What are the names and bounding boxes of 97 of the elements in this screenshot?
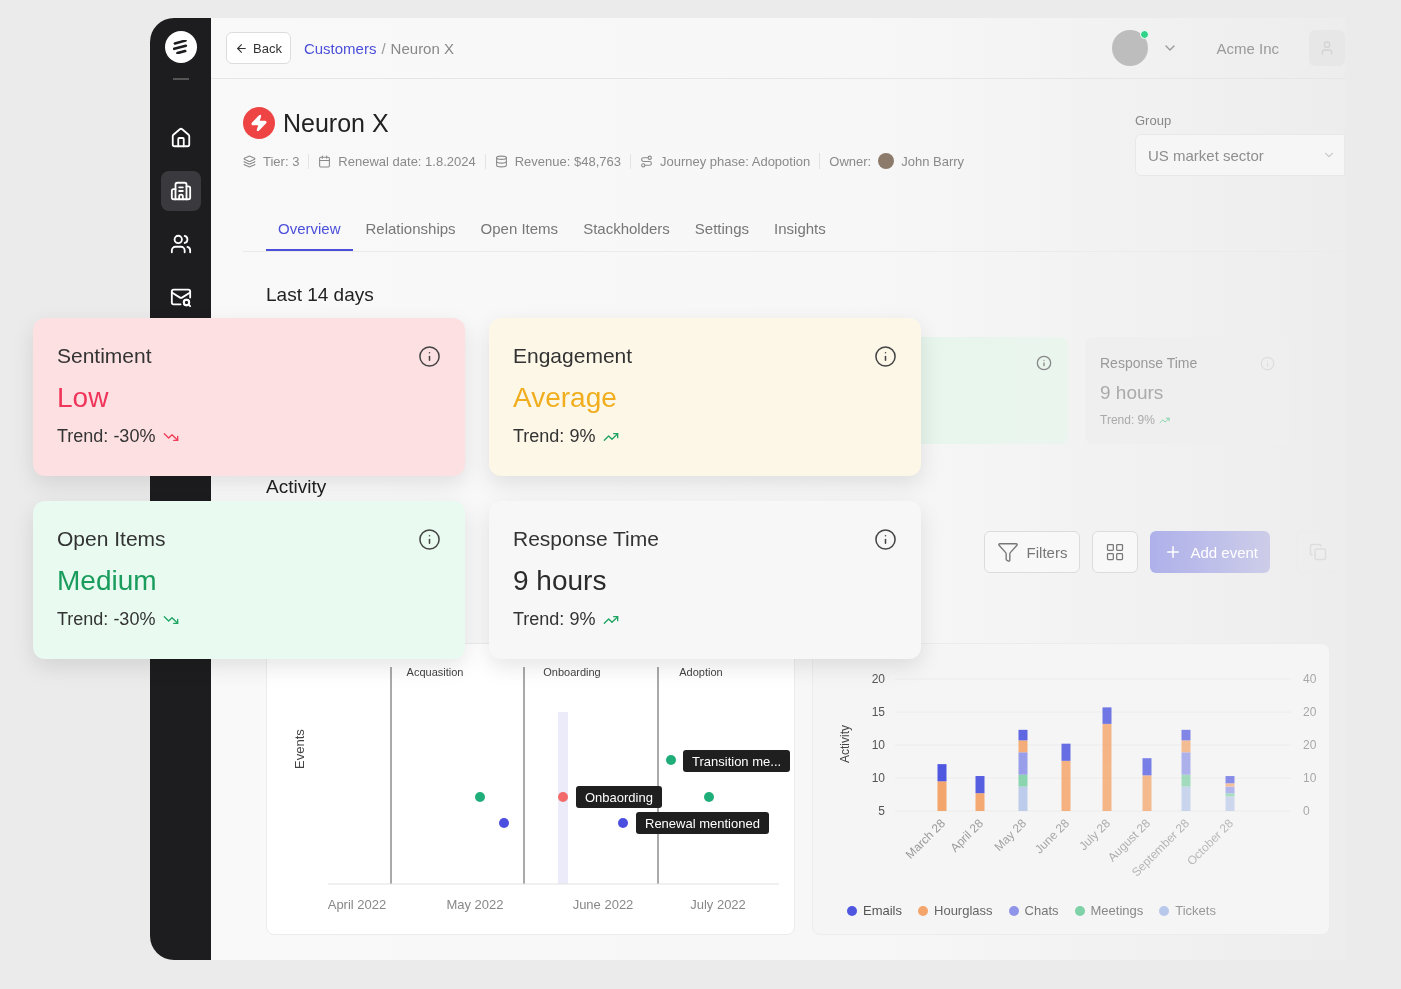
tick-label: 5 [878,804,885,818]
axis-label: June 2022 [572,897,634,912]
meta-text: Revenue: $48,763 [514,153,621,169]
card-title: Open Items [57,527,166,551]
bar-segment [1018,729,1028,741]
filter-icon [996,541,1019,563]
axis-label: May 28 [991,816,1030,854]
card-title: Engagement [513,344,633,368]
grid-icon [1105,542,1126,562]
trend-text: Trend: -30% [57,609,156,630]
card-title: Response Time [513,527,659,551]
owner-avatar [878,153,895,169]
axis-label: July 2022 [690,897,746,912]
tab[interactable]: Overview [266,220,353,251]
meta-text: John Barry [901,153,965,169]
tick-label: 20 [1303,705,1317,719]
owner-label: Owner: [829,153,872,169]
trend-text: Trend: 9% [513,609,596,630]
axis-label: May 2022 [446,897,504,912]
tick-label: 20 [871,672,885,686]
tab[interactable]: Relationships [353,220,468,251]
people-icon [169,233,192,255]
axis-label: April 2022 [327,897,387,912]
event-tooltip: Transition me... [683,750,791,772]
route-icon [639,154,653,168]
axis-title: Activity [838,725,852,763]
event-dot[interactable] [618,818,628,828]
card-value: 9 hours [513,565,608,597]
phase-label: Adoption [679,666,723,678]
meta-text: Journey phase: Adopotion [659,153,811,169]
group-label: Group [1135,113,1173,128]
sidebar-item[interactable] [160,171,201,211]
grid-view-button[interactable] [1092,531,1139,573]
logo-icon[interactable] [164,31,197,63]
calendar-icon [318,154,332,168]
tab[interactable]: Settings [682,220,762,251]
card-title: Response Time [1100,355,1198,371]
tick-label: 40 [1303,672,1317,686]
database-icon [494,154,508,168]
tick-label: 15 [871,705,885,719]
info-icon[interactable] [418,527,441,551]
tick-label: 10 [1303,771,1317,785]
event-dot[interactable] [704,792,714,802]
section-title: Last 14 days [266,284,375,306]
event-tooltip: Renewal mentioned [636,812,769,834]
bar-segment [1181,729,1191,741]
breadcrumb-link[interactable]: Customers [303,39,377,57]
tick-label: 20 [1303,738,1317,752]
legend-label: Hourglass [934,903,993,918]
legend-label: Chats [1024,903,1059,918]
trend-text: Trend: 9% [513,426,596,447]
building-icon [169,180,192,202]
meta-text: Tier: 3 [263,153,300,169]
event-dot[interactable] [558,792,568,802]
section-title: Activity [266,476,328,498]
meta-text: Renewal date: 1.8.2024 [338,153,476,169]
phase-label: Onboarding [543,666,601,678]
customer-name: Neuron X [283,108,389,138]
card-value: 9 hours [1100,382,1165,404]
card-value: Average [513,382,618,414]
breadcrumb-separator: / [381,39,386,57]
bar-segment [975,793,985,811]
tab[interactable]: Insights [762,220,838,251]
bar-segment [975,776,985,794]
home-icon [169,127,192,149]
legend-label: Meetings [1090,903,1144,918]
phase-label: Acquasition [406,666,464,678]
event-tooltip: Onbaording [576,786,662,808]
bolt-logo-icon [243,107,275,139]
tab[interactable]: Stackholders [571,220,682,251]
tick-label: 0 [1303,804,1310,818]
tab[interactable]: Open Items [468,220,571,251]
filters-button[interactable]: Filters [983,531,1081,573]
legend-label: Emails [863,903,902,918]
layers-icon [243,154,256,168]
axis-title: Events [292,729,307,769]
mail-search-icon [169,286,192,308]
breadcrumb-current: Neuron X [390,39,454,57]
trend-text: Trend: 9% [1100,413,1155,427]
card-value: Medium [57,565,158,597]
info-icon[interactable] [874,527,897,551]
tick-label: 10 [871,738,885,752]
back-button[interactable]: Back [226,32,291,64]
card-title: Sentiment [57,344,152,368]
event-dot[interactable] [499,818,509,828]
axis-label: July 28 [1076,816,1114,853]
legend-label: Tickets [1175,903,1216,918]
trend-text: Trend: -30% [57,426,156,447]
card-value: Low [57,382,110,414]
company-name: Acme Inc [1216,39,1279,57]
event-dot[interactable] [666,755,676,765]
tick-label: 10 [871,771,885,785]
group-select[interactable]: US market sector [1135,134,1345,176]
info-icon[interactable] [418,344,441,368]
event-dot[interactable] [475,792,485,802]
info-icon[interactable] [874,344,897,368]
arrow-left-icon [235,41,248,55]
